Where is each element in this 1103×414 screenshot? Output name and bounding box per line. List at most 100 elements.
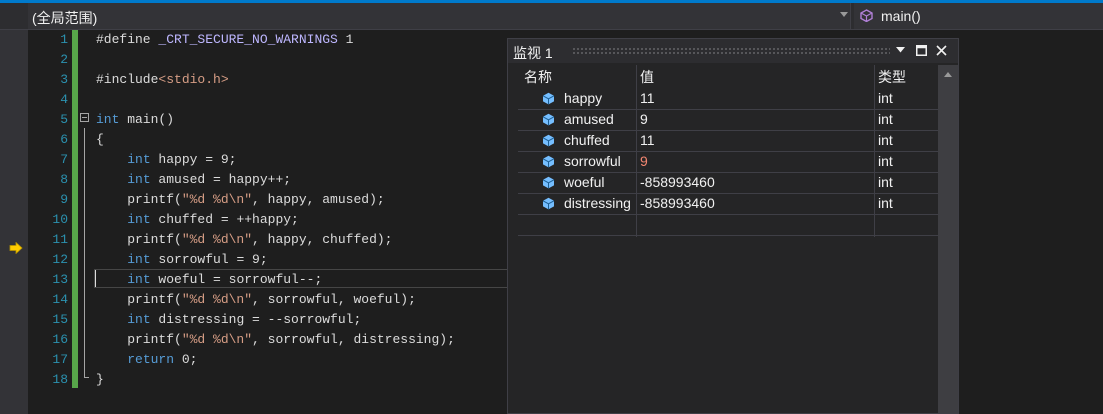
code-token: , happy, amused);: [252, 192, 385, 207]
code-token: int: [127, 272, 151, 287]
variable-cube-icon: [542, 197, 555, 210]
line-number: 6: [60, 132, 68, 147]
close-icon[interactable]: [936, 45, 947, 56]
variable-cube-icon: [542, 155, 555, 168]
code-token: printf(: [96, 232, 182, 247]
code-text: }: [96, 370, 104, 390]
variable-cube-icon: [542, 176, 555, 189]
line-number: 13: [52, 272, 68, 287]
code-token: printf(: [96, 292, 182, 307]
watch-name: sorrowful: [564, 153, 621, 169]
current-statement-arrow-icon: [9, 242, 23, 254]
code-text: int main(): [96, 110, 174, 130]
variable-cube-icon: [542, 134, 555, 147]
code-token: int: [127, 212, 151, 227]
code-text: int woeful = sorrowful--;: [96, 270, 322, 290]
watch-type: int: [878, 153, 893, 169]
code-text: printf("%d %d\n", happy, amused);: [96, 190, 385, 210]
watch-row[interactable]: distressing -858993460 int: [518, 193, 938, 215]
line-number: 11: [52, 232, 68, 247]
code-token: #define: [96, 32, 159, 47]
line-number: 14: [52, 292, 68, 307]
code-token: "%d %d\n": [181, 292, 253, 307]
watch-row[interactable]: sorrowful 9 int: [518, 151, 938, 173]
code-token: happy = 9;: [150, 152, 237, 167]
code-token: amused = happy++;: [150, 172, 292, 187]
watch-value[interactable]: 11: [640, 90, 655, 106]
watch-name: woeful: [564, 174, 605, 190]
code-token: , happy, chuffed);: [252, 232, 393, 247]
watch-value[interactable]: 11: [640, 132, 655, 148]
watch-empty-row[interactable]: [518, 214, 938, 236]
code-text: int happy = 9;: [96, 150, 236, 170]
variable-cube-icon: [542, 113, 555, 126]
code-text: return 0;: [96, 350, 197, 370]
code-token: woeful = sorrowful--;: [150, 272, 323, 287]
line-number: 2: [60, 52, 68, 67]
watch-row[interactable]: chuffed 11 int: [518, 130, 938, 152]
code-token: 0;: [174, 352, 198, 367]
dropdown-icon[interactable]: [896, 47, 905, 53]
watch-value[interactable]: 9: [640, 153, 648, 169]
code-token: "%d %d\n": [181, 332, 253, 347]
line-number: 12: [52, 252, 68, 267]
watch-row[interactable]: happy 11 int: [518, 88, 938, 110]
scope-label: (全局范围): [32, 10, 98, 26]
watch-title-bar[interactable]: 监视 1: [508, 39, 958, 63]
watch-type: int: [878, 90, 893, 106]
watch-name: distressing: [564, 195, 631, 211]
code-token: int: [127, 312, 151, 327]
line-number: 4: [60, 92, 68, 107]
code-token: 1: [337, 32, 354, 47]
code-token: distressing = --sorrowful;: [150, 312, 362, 327]
code-token: "%d %d\n": [181, 192, 253, 207]
watch-value[interactable]: -858993460: [640, 174, 715, 190]
scroll-up-icon[interactable]: [944, 72, 952, 77]
watch-window[interactable]: 监视 1 名称 值 类型 happy 11 int amused 9 int chuffed…: [507, 38, 959, 414]
watch-value[interactable]: 9: [640, 111, 648, 127]
column-header-type[interactable]: 类型: [878, 67, 906, 87]
code-text: {: [96, 130, 104, 150]
code-token: "%d %d\n": [181, 232, 253, 247]
code-token: main(): [119, 112, 175, 127]
code-text: printf("%d %d\n", happy, chuffed);: [96, 230, 392, 250]
line-number: 7: [60, 152, 68, 167]
code-token: return: [127, 352, 175, 367]
function-dropdown[interactable]: main(): [854, 3, 1103, 29]
maximize-icon[interactable]: [916, 45, 927, 56]
watch-type: int: [878, 195, 893, 211]
code-text: #define _CRT_SECURE_NO_WARNINGS 1: [96, 30, 353, 50]
code-text: #include<stdio.h>: [96, 70, 229, 90]
watch-type: int: [878, 174, 893, 190]
scope-dropdown[interactable]: (全局范围): [28, 3, 851, 29]
watch-row[interactable]: woeful -858993460 int: [518, 172, 938, 194]
code-token: chuffed = ++happy;: [150, 212, 299, 227]
watch-name: amused: [564, 111, 614, 127]
code-text: int chuffed = ++happy;: [96, 210, 299, 230]
variable-cube-icon: [542, 92, 555, 105]
column-header-name[interactable]: 名称: [524, 67, 552, 87]
chevron-down-icon: [840, 12, 848, 17]
line-number: 17: [52, 352, 68, 367]
code-token: printf(: [96, 332, 182, 347]
watch-name: chuffed: [564, 132, 610, 148]
function-label: main(): [881, 8, 921, 24]
column-header-value[interactable]: 值: [640, 67, 654, 87]
line-number: 5: [60, 112, 68, 127]
vertical-scrollbar[interactable]: [938, 65, 958, 413]
code-token: int: [127, 172, 151, 187]
watch-row[interactable]: amused 9 int: [518, 109, 938, 131]
drag-grip[interactable]: [572, 47, 890, 55]
code-token: int: [96, 112, 120, 127]
code-token: }: [96, 372, 104, 387]
watch-value[interactable]: -858993460: [640, 195, 715, 211]
indicator-margin[interactable]: [0, 30, 28, 414]
code-token: printf(: [96, 192, 182, 207]
